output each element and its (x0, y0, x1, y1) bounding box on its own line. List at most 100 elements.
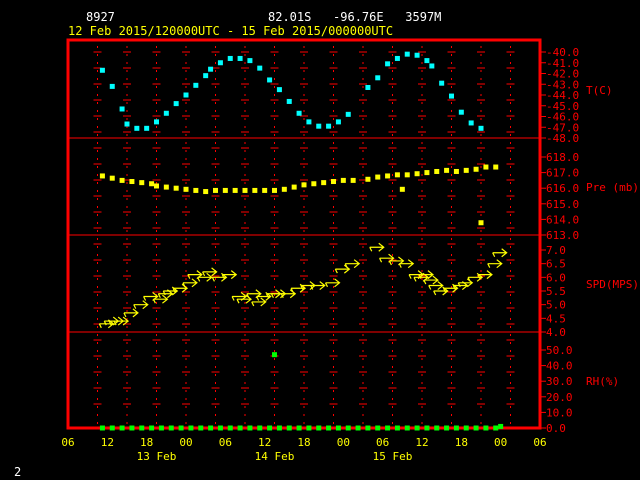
relative_humidity-point (272, 352, 277, 358)
y-tick-label: 7.0 (546, 244, 566, 257)
pressure-point (272, 187, 277, 193)
temperature-point (173, 101, 179, 107)
x-tick-label: 00 (337, 436, 350, 449)
temperature-point (227, 55, 233, 61)
pressure-point (119, 177, 125, 183)
pressure-point (163, 184, 169, 190)
relative_humidity-point (257, 425, 263, 431)
pressure-point (340, 177, 346, 183)
temperature-point (414, 52, 420, 58)
temperature-point (257, 65, 263, 71)
pressure-point (424, 170, 430, 176)
y-tick-label: 4.5 (546, 312, 566, 325)
pressure-point (394, 172, 400, 178)
relative_humidity-point (119, 425, 125, 431)
temperature-point (296, 110, 302, 116)
wind-marker (251, 297, 267, 307)
temperature-point (208, 66, 214, 72)
temperature-point (458, 109, 464, 115)
temperature-point (385, 61, 391, 67)
wind-marker (182, 278, 198, 288)
relative_humidity-point (227, 425, 233, 431)
relative_humidity-point (109, 425, 115, 431)
panel-label-temperature: T(C) (586, 84, 613, 97)
pressure-point (149, 181, 155, 187)
pressure-point (311, 181, 317, 187)
plot-frame (66, 38, 542, 430)
pressure-point (232, 187, 238, 193)
pressure-point (493, 164, 499, 170)
x-tick-label: 18 (140, 436, 153, 449)
wind-marker (344, 259, 361, 269)
y-tick-label: 617.0 (546, 167, 579, 180)
pressure-point (478, 220, 484, 226)
wind-marker (324, 278, 341, 288)
y-tick-label: 5.5 (546, 285, 566, 298)
pressure-point (350, 177, 356, 183)
series-pressure (99, 164, 499, 226)
temperature-point (306, 119, 312, 125)
wind-marker (369, 242, 385, 252)
relative_humidity-point (335, 425, 341, 431)
wind-marker (133, 300, 149, 310)
pressure-point (375, 174, 381, 180)
wind-marker (123, 308, 139, 318)
pressure-point (193, 187, 199, 193)
relative_humidity-point (276, 425, 282, 431)
pressure-point (262, 187, 268, 193)
relative_humidity-point (286, 425, 292, 431)
temperature-point (183, 92, 189, 98)
y-tick-label: 613.0 (546, 229, 579, 242)
wind-marker (334, 264, 351, 274)
temperature-point (99, 67, 105, 73)
date-label: 14 Feb (255, 450, 295, 463)
relative_humidity-point (129, 425, 135, 431)
pressure-point (473, 166, 479, 172)
temperature-point (449, 93, 454, 99)
relative_humidity-point (424, 425, 430, 431)
pressure-point (154, 183, 159, 189)
temperature-point (163, 110, 169, 116)
y-tick-label: 615.0 (546, 198, 579, 211)
wind-marker (202, 267, 218, 277)
series-relative_humidity (99, 352, 504, 431)
wind-marker (310, 281, 326, 291)
pressure-point (444, 167, 450, 173)
relative_humidity-point (444, 425, 450, 431)
x-tick-label: 06 (61, 436, 74, 449)
pressure-point (242, 187, 248, 193)
pressure-point (183, 186, 189, 192)
pressure-point (252, 187, 258, 193)
pressure-point (213, 187, 218, 193)
pressure-point (331, 179, 336, 185)
temperature-point (335, 119, 341, 125)
relative_humidity-point (296, 425, 302, 431)
relative_humidity-point (188, 425, 194, 431)
temperature-point (404, 51, 410, 57)
pressure-point (281, 186, 287, 192)
pressure-point (301, 182, 307, 188)
relative_humidity-point (306, 425, 312, 431)
temperature-point (193, 82, 199, 88)
x-tick-label: 06 (219, 436, 232, 449)
relative_humidity-point (316, 425, 322, 431)
relative_humidity-point (208, 425, 214, 431)
pressure-point (139, 180, 145, 186)
pressure-point (222, 187, 228, 193)
x-tick-label: 00 (179, 436, 192, 449)
pressure-point (453, 168, 459, 174)
series-temperature (99, 51, 484, 131)
x-tick-label: 00 (494, 436, 507, 449)
y-tick-label: 20.0 (546, 391, 573, 404)
y-tick-label: 616.0 (546, 182, 579, 195)
pressure-point (203, 189, 209, 195)
date-label: 15 Feb (373, 450, 413, 463)
y-tick-label: 6.0 (546, 271, 566, 284)
wind-marker (487, 259, 503, 269)
pressure-point (109, 175, 115, 181)
relative_humidity-point (498, 423, 504, 429)
relative_humidity-point (99, 425, 105, 431)
y-tick-label: 618.0 (546, 151, 579, 164)
temperature-point (468, 120, 474, 126)
temperature-point (267, 77, 273, 83)
